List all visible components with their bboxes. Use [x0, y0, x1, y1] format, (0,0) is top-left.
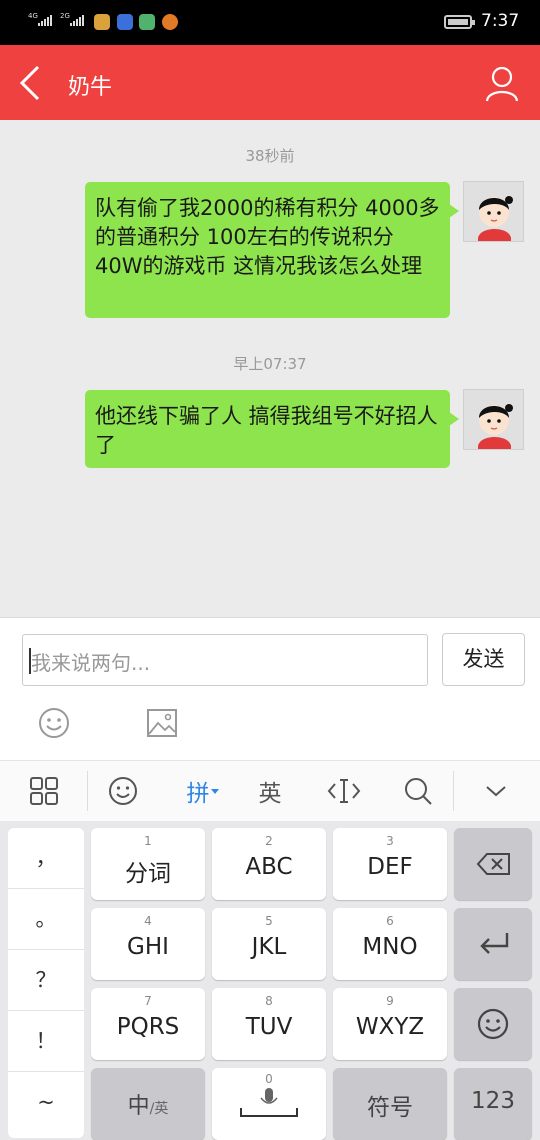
- backspace-icon: [477, 853, 510, 875]
- message-timestamp: 早上07:37: [233, 355, 307, 373]
- signal-icon: [70, 15, 84, 26]
- english-mode-button[interactable]: 英: [250, 771, 290, 811]
- signal-icon: [38, 15, 52, 26]
- key-9[interactable]: 9 WXYZ: [333, 988, 447, 1060]
- grid-menu-icon[interactable]: [22, 771, 66, 811]
- title-bar: 奶牛: [0, 45, 540, 120]
- pinyin-label: 拼: [186, 781, 210, 807]
- english-label: 英: [258, 781, 282, 807]
- avatar[interactable]: [463, 389, 524, 450]
- cursor-move-icon[interactable]: [324, 771, 364, 811]
- search-icon[interactable]: [398, 771, 438, 811]
- pinyin-mode-button[interactable]: 拼: [178, 771, 228, 811]
- message-bubble[interactable]: 队有偷了我2000的稀有积分 4000多的普通积分 100左右的传说积分 40W…: [85, 182, 459, 318]
- symbol-key[interactable]: 符号: [333, 1068, 447, 1140]
- baidu-notification-icon: [117, 14, 133, 30]
- punct-key-question[interactable]: ？: [8, 950, 84, 1011]
- toolbar-divider: [87, 771, 88, 811]
- punct-key-comma[interactable]: ，: [8, 828, 84, 889]
- punct-key-tilde[interactable]: ~: [8, 1072, 84, 1133]
- message-input[interactable]: 我来说两句...: [22, 634, 428, 686]
- space-key[interactable]: 0: [212, 1068, 326, 1140]
- punct-key-exclaim[interactable]: ！: [8, 1011, 84, 1072]
- smiley-icon: [477, 1008, 509, 1040]
- chevron-left-icon[interactable]: [16, 63, 50, 103]
- key-6[interactable]: 6 MNO: [333, 908, 447, 980]
- number-mode-key[interactable]: 123: [454, 1068, 532, 1140]
- status-time: 7:37: [481, 11, 520, 31]
- microphone-icon: [240, 1088, 298, 1117]
- chinese-english-switch-key[interactable]: 中/英: [91, 1068, 205, 1140]
- key-3[interactable]: 3 DEF: [333, 828, 447, 900]
- user-icon[interactable]: [484, 63, 520, 103]
- image-icon[interactable]: [146, 707, 178, 739]
- key-5[interactable]: 5 JKL: [212, 908, 326, 980]
- caret-down-icon: [210, 789, 219, 794]
- key-7[interactable]: 7 PQRS: [91, 988, 205, 1060]
- key-8[interactable]: 8 TUV: [212, 988, 326, 1060]
- collapse-keyboard-icon[interactable]: [476, 771, 516, 811]
- status-bar: 4G 2G 7:37: [0, 0, 540, 45]
- keyboard: ， 。 ？ ！ ~ 1 分词 2 ABC 3 DEF 4 GHI 5 JKL 6 MNO 7…: [0, 821, 540, 1140]
- emoji-icon[interactable]: [38, 707, 70, 739]
- zh-label: 中: [127, 1094, 150, 1119]
- cartoon-girl-icon: [478, 196, 513, 241]
- signal-label-2: 2G: [60, 12, 70, 20]
- key-2[interactable]: 2 ABC: [212, 828, 326, 900]
- key-1[interactable]: 1 分词: [91, 828, 205, 900]
- message-bubble[interactable]: 他还线下骗了人 搞得我组号不好招人了: [85, 390, 459, 468]
- keyboard-emoji-icon[interactable]: [103, 771, 143, 811]
- message-input-placeholder: 我来说两句...: [31, 651, 151, 675]
- avatar[interactable]: [463, 181, 524, 242]
- app-notification-icon: [94, 14, 110, 30]
- enter-icon: [480, 933, 509, 954]
- cartoon-girl-icon: [478, 404, 513, 449]
- emoji-key[interactable]: [454, 988, 532, 1060]
- toolbar-divider: [453, 771, 454, 811]
- enter-key[interactable]: [454, 908, 532, 980]
- battery-icon: [444, 15, 475, 29]
- punct-key-period[interactable]: 。: [8, 889, 84, 950]
- chat-area: 38秒前 队有偷了我2000的稀有积分 4000多的普通积分 100左右的传说积…: [0, 120, 540, 617]
- signal-label-1: 4G: [28, 12, 38, 20]
- punctuation-column: ， 。 ？ ！ ~: [8, 828, 84, 1138]
- key-4[interactable]: 4 GHI: [91, 908, 205, 980]
- text-caret: [29, 648, 31, 674]
- message-timestamp: 38秒前: [245, 147, 295, 165]
- app-notification-icon: [162, 14, 178, 30]
- page-title: 奶牛: [68, 75, 113, 100]
- app-notification-icon: [139, 14, 155, 30]
- send-button[interactable]: 发送: [442, 633, 525, 686]
- en-sub-label: /英: [149, 1101, 169, 1117]
- composer: 我来说两句... 发送: [0, 617, 540, 760]
- backspace-key[interactable]: [454, 828, 532, 900]
- keyboard-toolbar: 拼 英: [0, 760, 540, 821]
